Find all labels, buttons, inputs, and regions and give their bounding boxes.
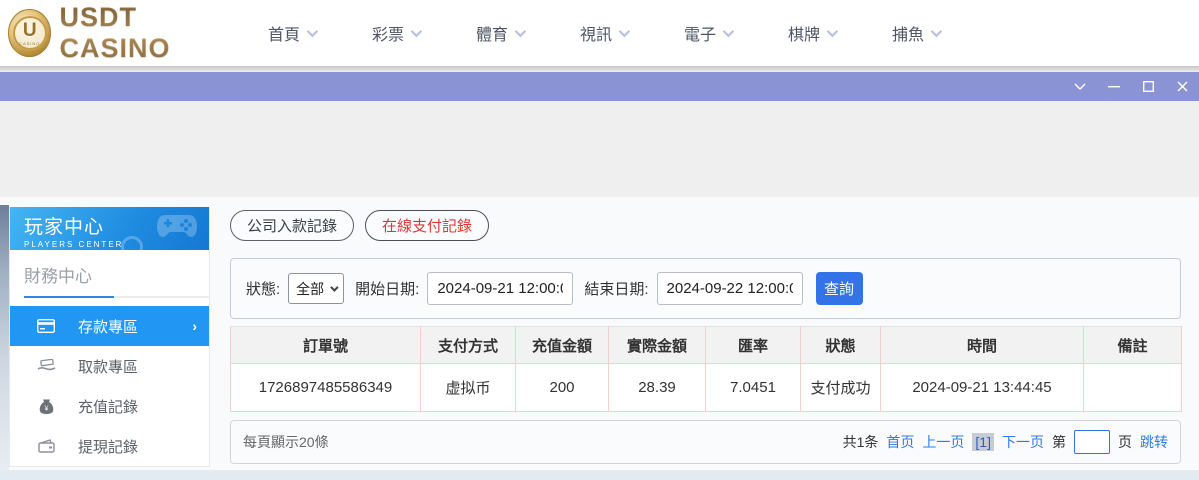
nav-item-live[interactable]: 視訊 [580, 21, 684, 45]
status-label: 狀態: [246, 281, 281, 298]
chevron-down-icon [618, 25, 631, 38]
background-spacer [0, 101, 1199, 197]
window-minimize-icon[interactable] [1097, 72, 1131, 101]
page-size-text: 每頁顯示20條 [243, 434, 329, 450]
table-row: 1726897485586349 虚拟币 200 28.39 7.0451 支付… [230, 363, 1182, 412]
cell-exchange-rate: 7.0451 [705, 363, 801, 412]
col-order-number: 訂單號 [230, 326, 421, 364]
sidebar-item-label: 取款專區 [78, 358, 139, 376]
hand-money-icon [36, 356, 56, 376]
sidebar-item-withdraw-zone[interactable]: 取款專區 [10, 346, 209, 386]
main-panel: 公司入款記錄 在線支付記錄 狀態: 全部 開始日期: 結束日期: 查詢 訂單號 [230, 210, 1182, 464]
chevron-down-icon [514, 25, 527, 38]
wallet-icon [36, 436, 56, 456]
end-date-label: 結束日期: [584, 281, 649, 298]
jump-prefix: 第 [1052, 434, 1066, 450]
pagination: 共1条 首页 上一页 [1] 下一页 第 页 跳转 [843, 430, 1168, 454]
brand-logo[interactable]: U CASINO USDT CASINO [8, 2, 238, 64]
end-date-input[interactable] [656, 272, 803, 305]
col-remark: 備註 [1083, 326, 1182, 364]
search-button[interactable]: 查詢 [815, 272, 863, 305]
content-region: 玩家中心 PLAYERS CENTER 財務中心 存款專區 › 取款專區 ¥ 充… [0, 197, 1199, 470]
nav-item-sports[interactable]: 體育 [476, 21, 580, 45]
col-payment-method: 支付方式 [420, 326, 516, 364]
svg-text:¥: ¥ [44, 405, 48, 412]
table-header-row: 訂單號 支付方式 充值金額 實際金額 匯率 狀態 時間 備註 [230, 326, 1182, 364]
tab-company-deposit-records[interactable]: 公司入款記錄 [230, 210, 355, 241]
window-dropdown-icon[interactable] [1063, 72, 1097, 101]
payment-records-table: 訂單號 支付方式 充值金額 實際金額 匯率 狀態 時間 備註 172689748… [230, 326, 1182, 412]
chevron-down-icon [306, 25, 319, 38]
sidebar-item-recharge-records[interactable]: ¥ 充值記錄 [10, 386, 209, 426]
total-count: 共1条 [842, 434, 879, 450]
cell-recharge-amount: 200 [515, 363, 609, 412]
bank-card-icon [36, 316, 56, 336]
chevron-down-icon [722, 25, 735, 38]
chevron-down-icon [826, 25, 839, 38]
finance-center-section: 財務中心 [10, 250, 209, 298]
nav-item-slots[interactable]: 電子 [684, 21, 788, 45]
site-header: U CASINO USDT CASINO 首頁 彩票 體育 視訊 電子 棋牌 捕… [0, 0, 1199, 66]
cell-payment-method: 虚拟币 [420, 363, 516, 412]
nav-item-lottery[interactable]: 彩票 [372, 21, 476, 45]
status-select[interactable]: 全部 [288, 273, 345, 304]
bottom-bar [0, 470, 1199, 480]
section-underline [24, 296, 209, 298]
logo-coin-icon: U CASINO [8, 9, 52, 57]
start-date-label: 開始日期: [355, 281, 420, 298]
cell-order-number: 1726897485586349 [230, 363, 421, 412]
cell-status: 支付成功 [800, 363, 881, 412]
cell-remark [1083, 363, 1182, 412]
sidebar-item-deposit[interactable]: 存款專區 › [10, 306, 209, 346]
chevron-down-icon [930, 25, 943, 38]
start-date-input[interactable] [427, 272, 574, 305]
jump-button[interactable]: 跳转 [1140, 432, 1168, 452]
col-time: 時間 [880, 326, 1084, 364]
logo-small-text: CASINO [19, 40, 41, 46]
col-recharge-amount: 充值金額 [515, 326, 609, 364]
jump-suffix: 页 [1118, 434, 1132, 450]
tab-online-payment-records[interactable]: 在線支付記錄 [365, 210, 490, 241]
sidebar-item-label: 存款專區 [78, 318, 139, 336]
logo-letter: U [22, 19, 37, 41]
sidebar-header: 玩家中心 PLAYERS CENTER [10, 207, 209, 250]
background-edge [0, 205, 9, 470]
col-actual-amount: 實際金額 [608, 326, 706, 364]
record-tabs: 公司入款記錄 在線支付記錄 [230, 210, 1181, 241]
brand-name: USDT CASINO [59, 2, 238, 64]
current-page-indicator: [1] [972, 433, 994, 451]
nav-item-fishing[interactable]: 捕魚 [892, 21, 996, 45]
filter-bar: 狀態: 全部 開始日期: 結束日期: 查詢 [230, 258, 1181, 319]
main-nav: 首頁 彩票 體育 視訊 電子 棋牌 捕魚 [268, 21, 996, 45]
section-title: 財務中心 [24, 267, 92, 286]
nav-item-home[interactable]: 首頁 [268, 21, 372, 45]
window-close-icon[interactable] [1165, 72, 1199, 101]
money-bag-icon: ¥ [36, 396, 56, 416]
sidebar-menu: 存款專區 › 取款專區 ¥ 充值記錄 提現記錄 [10, 306, 209, 466]
window-maximize-icon[interactable] [1131, 72, 1165, 101]
table-footer: 每頁顯示20條 共1条 首页 上一页 [1] 下一页 第 页 跳转 [230, 420, 1181, 464]
cell-actual-amount: 28.39 [608, 363, 706, 412]
sidebar-item-label: 提現記錄 [78, 438, 139, 456]
sidebar-item-withdraw-records[interactable]: 提現記錄 [10, 426, 209, 466]
col-status: 狀態 [800, 326, 881, 364]
window-titlebar [0, 72, 1199, 101]
chevron-down-icon [410, 25, 423, 38]
player-center-sidebar: 玩家中心 PLAYERS CENTER 財務中心 存款專區 › 取款專區 ¥ 充… [9, 207, 210, 467]
gamepad-icon [155, 213, 199, 244]
col-exchange-rate: 匯率 [705, 326, 801, 364]
next-page-link[interactable]: 下一页 [1002, 432, 1044, 452]
page-jump-input[interactable] [1074, 430, 1110, 454]
sidebar-item-label: 充值記錄 [78, 398, 139, 416]
chevron-right-icon: › [192, 318, 197, 334]
nav-item-cards[interactable]: 棋牌 [788, 21, 892, 45]
cell-time: 2024-09-21 13:44:45 [880, 363, 1084, 412]
first-page-link[interactable]: 首页 [886, 432, 914, 452]
prev-page-link[interactable]: 上一页 [922, 432, 964, 452]
status-selected-value: 全部 [296, 280, 325, 297]
chevron-down-icon [330, 282, 339, 292]
